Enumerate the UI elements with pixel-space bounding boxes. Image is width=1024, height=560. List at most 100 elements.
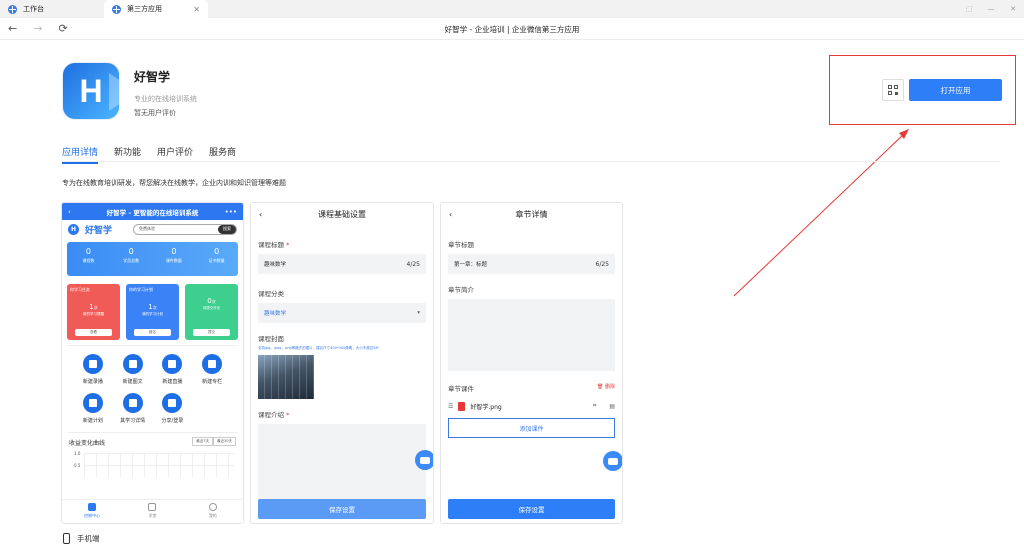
char-count: 6/25 (595, 260, 609, 268)
stat-label: 课程数 (82, 258, 95, 263)
grid-label: 新建录播 (82, 379, 103, 385)
field-value: 第一章：标题 (454, 262, 488, 268)
card-unit: 次 (93, 305, 98, 310)
file-icon (458, 401, 466, 411)
grid-item: 分享/登录 (153, 393, 193, 424)
column-icon (202, 354, 223, 374)
stat-label: 课件数量 (165, 258, 182, 263)
grid-item: 其学习详情 (113, 393, 153, 424)
field-value: 趣味数学 (264, 311, 287, 317)
tab-new-features[interactable]: 新功能 (114, 145, 141, 158)
video-icon (82, 354, 103, 374)
screen-title: 课程基础设置 (318, 209, 366, 219)
grid-label: 新建专栏 (202, 379, 223, 385)
article-icon (122, 354, 143, 374)
search-box: 免费体验 搜索 (133, 223, 237, 235)
nav-mine: 我的 (183, 500, 243, 523)
card-button: 查看 (75, 329, 112, 336)
earnings-chart: 收益变化曲线 最近7天 最近30天 1.0 0.5 (62, 433, 243, 477)
save-button: 保存设置 (258, 499, 426, 519)
field-value: 趣味数学 (264, 262, 287, 268)
grid-item: 新建专栏 (192, 354, 232, 385)
tab-service-provider[interactable]: 服务商 (209, 145, 236, 158)
grid-item: 新建录播 (73, 354, 113, 385)
field-label: 章节简介 (448, 286, 474, 294)
save-button: 保存设置 (448, 499, 615, 519)
feature-grid: 新建录播 新建图文 新建直播 新建专栏 新建计划 其学习详情 分享/登录 (67, 345, 238, 433)
file-name: 好智学.png (470, 403, 502, 411)
plan-icon (82, 393, 103, 413)
scan-icon: ⌗ (592, 402, 597, 409)
char-count: 4/25 (406, 260, 420, 268)
list-icon (122, 393, 143, 413)
card-label: 待提交作业 (202, 306, 221, 310)
field-label: 课程介绍 (258, 411, 284, 419)
screenshot-dashboard: ‹ 好智学 - 更智能的在线培训系统 ••• H 好智学 免费体验 搜索 0 课程… (61, 202, 244, 524)
homework-card: 0次 待提交作业 提交 (185, 284, 238, 340)
grid-item: 新建直播 (153, 354, 193, 385)
screen-header: 好智学 - 更智能的在线培训系统 (106, 208, 199, 217)
task-card: 你学习任务 1次 新的学习提醒 查看 (67, 284, 120, 340)
card-button: 提交 (193, 329, 230, 336)
search-placeholder: 免费体验 (139, 226, 155, 231)
user-icon (208, 503, 217, 511)
stat-label: 学员总数 (123, 258, 140, 263)
brand-name: 好智学 (85, 225, 113, 236)
chat-icon (415, 450, 433, 470)
chapter-title-field: 第一章：标题 6/25 (448, 254, 615, 274)
chat-icon (603, 451, 622, 471)
field-hint: 支持jpg、jpeg、png等格式的图片，建议尺寸400*300像素，大小不超过… (258, 346, 379, 350)
brand-logo: H (68, 223, 79, 235)
cover-image (258, 355, 314, 399)
chart-range-button: 最近7天 (192, 437, 213, 446)
logo-letter: H (79, 72, 103, 109)
add-courseware-button: 添加课件 (448, 418, 615, 438)
field-label: 课程分类 (258, 290, 284, 298)
list-icon: ☰ (448, 402, 454, 410)
screenshot-course-settings: ‹ 课程基础设置 课程标题 * 趣味数学 4/25 课程分类 趣味数学 ▾ 课程封面… (250, 202, 434, 524)
home-icon (88, 503, 97, 511)
grid-label: 新建图文 (122, 379, 143, 385)
nav-label: 我的 (208, 513, 217, 518)
chart-grid (84, 453, 235, 477)
live-icon (162, 354, 183, 374)
mobile-text: 手机端 (77, 534, 100, 543)
nav-school: 学堂 (122, 500, 182, 523)
delete-link: 🗑 删除 (597, 384, 615, 390)
card-unit: 次 (152, 305, 157, 310)
stat-label: 证书数量 (208, 258, 225, 263)
stat-value: 0 (171, 247, 177, 256)
plan-card: 你的学习计划 1次 我的学习计划 报名 (126, 284, 179, 340)
card-label: 我的学习计划 (142, 312, 163, 316)
caret-down-icon: ▾ (417, 310, 420, 316)
field-label: 课程封面 (258, 335, 284, 343)
search-button: 搜索 (218, 224, 236, 234)
stat-value: 0 (214, 247, 220, 256)
nav-control-center: 控制中心 (62, 500, 122, 523)
stats-panel: 0 课程数 0 学员总数 0 课件数量 0 证书数量 (67, 242, 238, 276)
grid-label: 新建计划 (82, 418, 103, 424)
app-description: 专为在线教育培训研发，帮您解决在线教学，企业内训和知识管理等难题 (62, 179, 286, 187)
course-intro-field (258, 424, 426, 502)
bottom-nav: 控制中心 学堂 我的 (62, 499, 243, 523)
delete-label: 删除 (604, 384, 615, 390)
tab-user-reviews[interactable]: 用户评价 (157, 145, 193, 158)
tab-app-detail[interactable]: 应用详情 (62, 145, 99, 164)
grid-label: 其学习详情 (120, 418, 146, 424)
phone-icon (63, 533, 70, 544)
field-label: 课程标题 (258, 241, 284, 249)
stat-value: 0 (128, 247, 134, 256)
field-label: 章节标题 (448, 241, 474, 249)
grid-item: 新建图文 (113, 354, 153, 385)
nav-label: 学堂 (148, 513, 157, 518)
mobile-label: 手机端 (63, 533, 100, 544)
chart-range-button: 最近30天 (213, 437, 236, 446)
divider (62, 161, 1000, 162)
grid-item: 新建计划 (73, 393, 113, 424)
course-title-field: 趣味数学 4/25 (258, 254, 426, 274)
card-title: 你的学习计划 (129, 287, 153, 292)
nav-label: 控制中心 (84, 513, 101, 518)
card-button: 报名 (134, 329, 171, 336)
share-icon (162, 393, 183, 413)
card-label: 新的学习提醒 (83, 312, 104, 316)
